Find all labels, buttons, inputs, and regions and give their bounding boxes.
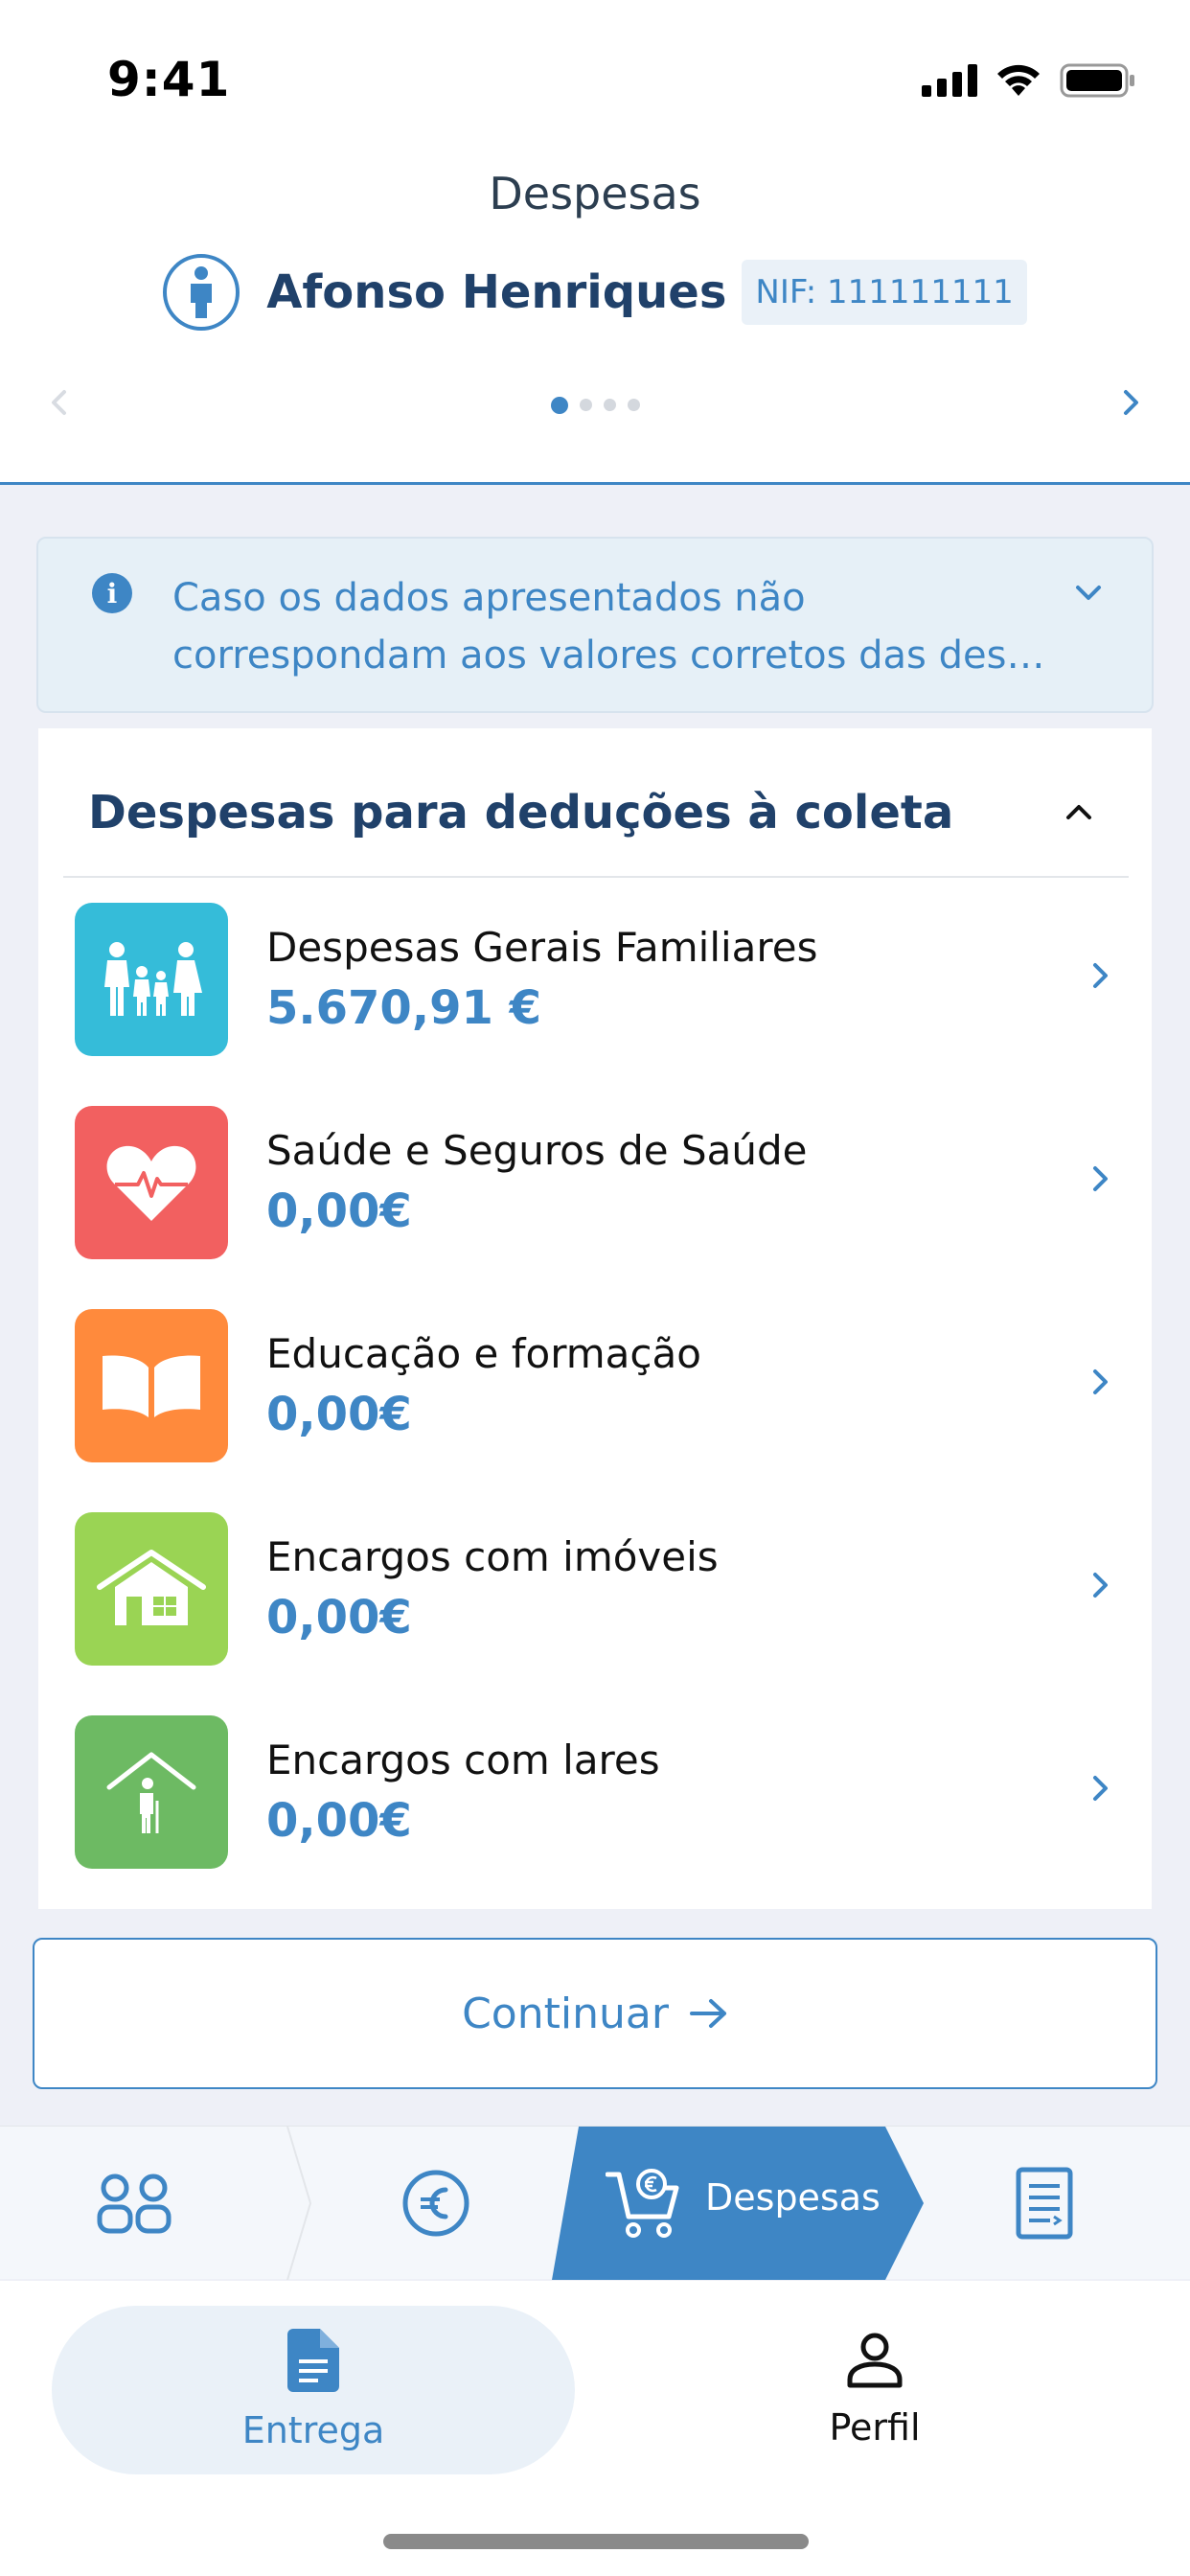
household-icon — [97, 2174, 172, 2234]
cart-icon — [606, 2169, 679, 2238]
chevron-right-icon — [1092, 1368, 1110, 1399]
tab-perfil[interactable]: Perfil — [613, 2306, 1136, 2474]
person-icon — [847, 2333, 903, 2388]
item-value: 0,00€ — [266, 1794, 412, 1848]
item-label: Saúde e Seguros de Saúde — [266, 1127, 808, 1174]
user-row: Afonso Henriques NIF: 111111111 — [0, 254, 1190, 331]
pager-dot[interactable] — [627, 399, 640, 411]
chevron-right-icon — [1092, 1572, 1110, 1602]
divider — [63, 876, 1129, 878]
item-label: Educação e formação — [266, 1330, 701, 1377]
home-indicator — [383, 2534, 809, 2549]
item-value: 0,00€ — [266, 1388, 412, 1441]
house-icon — [75, 1512, 228, 1666]
chevron-up-icon[interactable] — [1065, 803, 1092, 824]
header: 9:41 Despesas Afonso Henriques NIF: 1111… — [0, 0, 1190, 485]
heart-icon — [75, 1106, 228, 1259]
expense-item-general[interactable]: Despesas Gerais Familiares 5.670,91 € — [75, 903, 1129, 1056]
chevron-right-icon — [1092, 1775, 1110, 1806]
info-banner[interactable]: i Caso os dados apresentados não corresp… — [36, 537, 1154, 713]
pager-dot[interactable] — [603, 399, 616, 411]
item-value: 0,00€ — [266, 1591, 412, 1644]
arrow-right-icon — [689, 1999, 726, 2028]
user-icon — [163, 254, 240, 331]
tab-entrega-label: Entrega — [241, 2409, 385, 2451]
continue-button[interactable]: Continuar — [33, 1938, 1157, 2089]
section-title: Despesas para deduções à coleta — [88, 786, 954, 840]
page-title: Despesas — [489, 168, 701, 219]
signal-icon — [922, 64, 977, 97]
step-summary[interactable] — [987, 2127, 1102, 2280]
item-label: Encargos com lares — [266, 1736, 660, 1783]
document-icon — [1016, 2167, 1073, 2240]
battery-icon — [1060, 63, 1134, 98]
pager-next-button[interactable] — [1123, 389, 1140, 420]
expense-item-property[interactable]: Encargos com imóveis 0,00€ — [75, 1512, 1129, 1666]
wifi-icon — [997, 64, 1040, 96]
elderly-home-icon — [75, 1715, 228, 1869]
progress-steps: Despesas — [0, 2126, 1190, 2280]
chevron-right-icon — [1092, 1165, 1110, 1196]
expense-item-education[interactable]: Educação e formação 0,00€ — [75, 1309, 1129, 1462]
step-household[interactable] — [77, 2127, 192, 2280]
expense-item-health[interactable]: Saúde e Seguros de Saúde 0,00€ — [75, 1106, 1129, 1259]
status-icons — [922, 59, 1136, 102]
item-value: 5.670,91 € — [266, 981, 541, 1035]
info-text: Caso os dados apresentados não correspon… — [172, 576, 1045, 678]
tab-entrega[interactable]: Entrega — [52, 2306, 575, 2474]
tab-bar: Entrega Perfil — [0, 2281, 1190, 2576]
chevron-right-icon — [1124, 390, 1138, 415]
step-income[interactable] — [378, 2127, 493, 2280]
step-active-label: Despesas — [705, 2176, 881, 2219]
status-time: 9:41 — [107, 52, 231, 107]
file-icon — [287, 2329, 339, 2392]
item-value: 0,00€ — [266, 1184, 412, 1238]
info-icon: i — [92, 573, 132, 613]
family-icon — [75, 903, 228, 1056]
euro-icon — [402, 2170, 469, 2237]
pager-dot[interactable] — [550, 397, 568, 414]
item-label: Despesas Gerais Familiares — [266, 924, 818, 971]
expense-item-care-homes[interactable]: Encargos com lares 0,00€ — [75, 1715, 1129, 1869]
pager-dots — [0, 397, 1190, 414]
chevron-down-icon[interactable] — [1075, 585, 1102, 606]
nif-badge: NIF: 111111111 — [742, 260, 1027, 325]
book-icon — [75, 1309, 228, 1462]
pager-dot[interactable] — [579, 399, 592, 411]
step-expenses-active[interactable]: Despesas — [552, 2127, 924, 2280]
item-label: Encargos com imóveis — [266, 1533, 719, 1580]
deductions-card: Despesas para deduções à coleta Despesas… — [38, 728, 1152, 1909]
chevron-right-icon — [1092, 962, 1110, 993]
user-name: Afonso Henriques — [266, 265, 727, 319]
continue-label: Continuar — [462, 1989, 669, 2038]
tab-perfil-label: Perfil — [829, 2406, 921, 2449]
